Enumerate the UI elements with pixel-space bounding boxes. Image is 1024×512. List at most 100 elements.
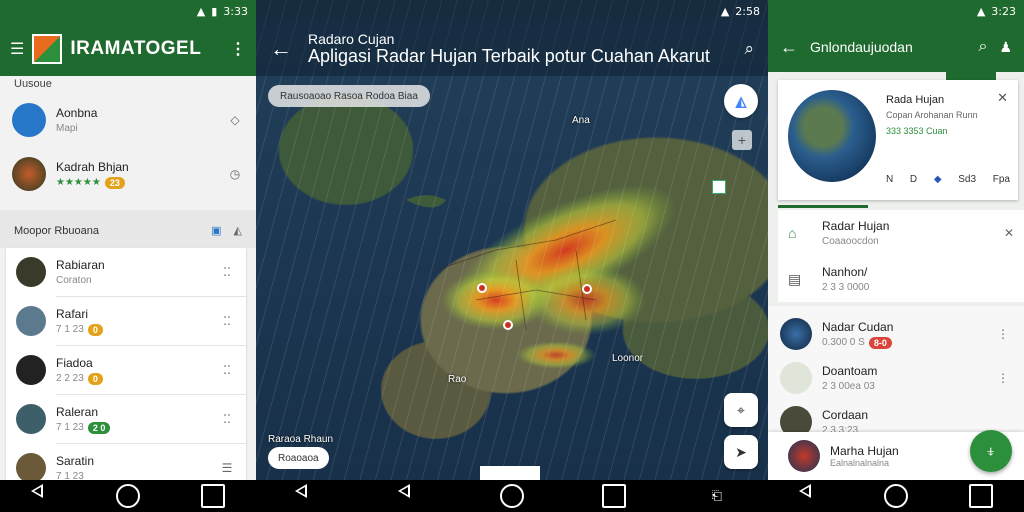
bottom-chip[interactable]: Roaoaoa [268,447,329,469]
page-subtitle: Radaro Cujan [308,31,395,48]
rating-stars: ★★★★★ [56,177,101,188]
close-icon[interactable]: ✕ [997,90,1008,106]
recents-nav-icon[interactable] [602,484,627,508]
home-nav-icon[interactable] [883,484,908,508]
action-icon[interactable]: N [886,174,893,185]
back-nav-icon[interactable] [295,484,319,508]
list-item[interactable]: Fiadoa 2 2 23 0 ⁚⁚ [6,346,246,394]
result-list: ⌂ Radar Hujan Coaaoocdon ✕ ▤ Nanhon/2 3 3… [778,210,1024,302]
expand-icon[interactable]: ⁚⁚ [218,410,236,428]
status-time: 3:33 [223,4,248,18]
action-icon[interactable]: Sd3 [958,174,976,185]
list-item[interactable]: Rafari 7 1 23 0 ⁚⁚ [6,297,246,345]
item-title: Aonbna [56,106,98,120]
item-title: Rabiaran [56,258,105,272]
recents-nav-icon[interactable] [969,484,994,508]
action-icon[interactable]: ◆ [934,174,942,185]
back-arrow-icon[interactable]: ← [270,36,292,62]
page-title: Apligasi Radar Hujan Terbaik potur Cuaha… [308,45,710,66]
recents-nav-icon[interactable] [201,484,226,508]
status-bar: ▲ 2:58 [256,0,768,22]
map-label: Ana [572,115,590,126]
home-nav-icon[interactable] [115,484,140,508]
location-chip[interactable]: Rausoaoao Rasoa Rodoa Biaa [268,85,430,107]
locate-icon[interactable]: ⌖ [724,393,758,427]
system-nav-bar [0,480,256,512]
back-nav-icon[interactable] [397,484,422,508]
item-title: Nadar Cudan [822,319,894,334]
status-bar: ▲ ▮ 3:33 [0,0,256,22]
expand-icon[interactable]: ⁚⁚ [218,263,236,281]
back-nav-icon[interactable] [798,484,823,508]
expand-icon[interactable]: ⁚⁚ [218,361,236,379]
home-nav-icon[interactable] [499,484,524,508]
back-nav-icon[interactable] [30,484,55,508]
bookmark-icon[interactable]: ▣ [211,224,221,237]
brand-logo [32,34,63,64]
radar-map-screen: ▲ 2:58 ← Radaro Cujan Apligasi Radar Huj… [256,0,768,512]
section-accent [778,205,868,208]
map-label: Rao [448,374,467,385]
map-label: Loonor [612,353,644,364]
action-icon[interactable]: Fpa [993,174,1010,185]
back-arrow-icon[interactable]: ← [780,37,798,58]
location-pin-icon[interactable] [582,284,592,294]
menu-icon[interactable]: ☰ [10,39,24,59]
avatar [788,440,820,472]
item-card-list: Rabiaran Coraton ⁚⁚ Rafari 7 1 23 0 ⁚⁚ Fiad… [6,248,246,483]
item-title: Kadrah Bhjan [56,159,129,174]
count-badge: 0 [87,323,103,336]
list-icon[interactable]: ☰ [218,459,236,477]
avatar [16,257,46,287]
map-caption: Raraoa Rhaun [268,434,334,445]
detail-screen: ▲ 3:23 ← Gnlondaujuodan ⌕ ♟ Rada Hujan C… [768,0,1024,512]
location-pin-icon[interactable] [503,320,513,330]
detail-stat: 333 3353 Cuan [886,126,948,136]
section-header: Moopor Rbuoana [14,224,100,237]
zoom-in-icon[interactable]: + [732,130,752,150]
more-options-icon[interactable]: ⋮ [994,369,1012,387]
list-item[interactable]: ▤ Nanhon/2 3 3 0000 [778,256,1024,302]
account-icon[interactable]: ♟ [999,39,1012,56]
detail-subtitle: Copan Arohanan Runn [886,110,978,120]
detail-title: Rada Hujan [886,94,945,106]
grid-icon[interactable] [712,180,726,194]
cast-icon[interactable]: ⎗ [705,484,729,508]
sub-list: Nadar Cudan 0.300 0 S 8-0 ⋮ Doantoam 2 3 00… [768,306,1024,438]
more-options-icon[interactable]: ⋮ [994,325,1012,343]
list-item[interactable]: Kadrah Bhjan ★★★★★ 23 ◷ [0,146,256,202]
navigate-icon[interactable]: ➤ [724,435,758,469]
tag-icon[interactable]: ◇ [226,111,244,129]
close-icon[interactable]: ✕ [1000,224,1018,242]
item-title: Radar Hujan [822,219,890,233]
bar-title: Marha Hujan [830,444,899,458]
location-pin-icon[interactable] [477,283,487,293]
item-title: Nanhon/ [822,265,868,279]
app-bar: ← Gnlondaujuodan ⌕ ♟ [768,22,1024,72]
count-badge: 8-0 [868,336,892,349]
signal-icon: ▲ [976,4,986,18]
list-item[interactable]: ⌂ Radar Hujan Coaaoocdon ✕ [778,210,1024,256]
home-icon: ⌂ [788,225,797,241]
clock-icon[interactable]: ◷ [226,165,244,183]
list-item[interactable]: Aonbna Mapi ◇ [0,92,256,148]
item-title: Saratin [56,454,95,468]
item-sub: Mapi [56,123,78,134]
add-fab-icon[interactable]: ⍖ [970,430,1012,472]
bag-icon: ▤ [788,270,802,287]
search-icon[interactable]: ⌕ [978,38,987,56]
page-title: Gnlondaujuodan [810,39,913,55]
more-options-icon[interactable]: ⋮ [230,39,246,59]
map-layers-icon[interactable]: ◭ [724,84,758,118]
item-title: Raleran [56,404,99,419]
expand-icon[interactable]: ⁚⁚ [218,312,236,330]
detail-card[interactable]: Rada Hujan Copan Arohanan Runn 333 3353 … [778,80,1018,200]
list-item[interactable]: Rabiaran Coraton ⁚⁚ [6,248,246,296]
globe-image [788,90,876,182]
search-icon[interactable]: ⌕ [744,39,754,59]
action-icon[interactable]: D [910,174,917,185]
avatar [12,157,46,191]
list-item[interactable]: Raleran 7 1 23 2 0 ⁚⁚ [6,395,246,443]
section-header: Uusoue [14,78,52,90]
share-icon[interactable]: ◭ [234,224,242,237]
